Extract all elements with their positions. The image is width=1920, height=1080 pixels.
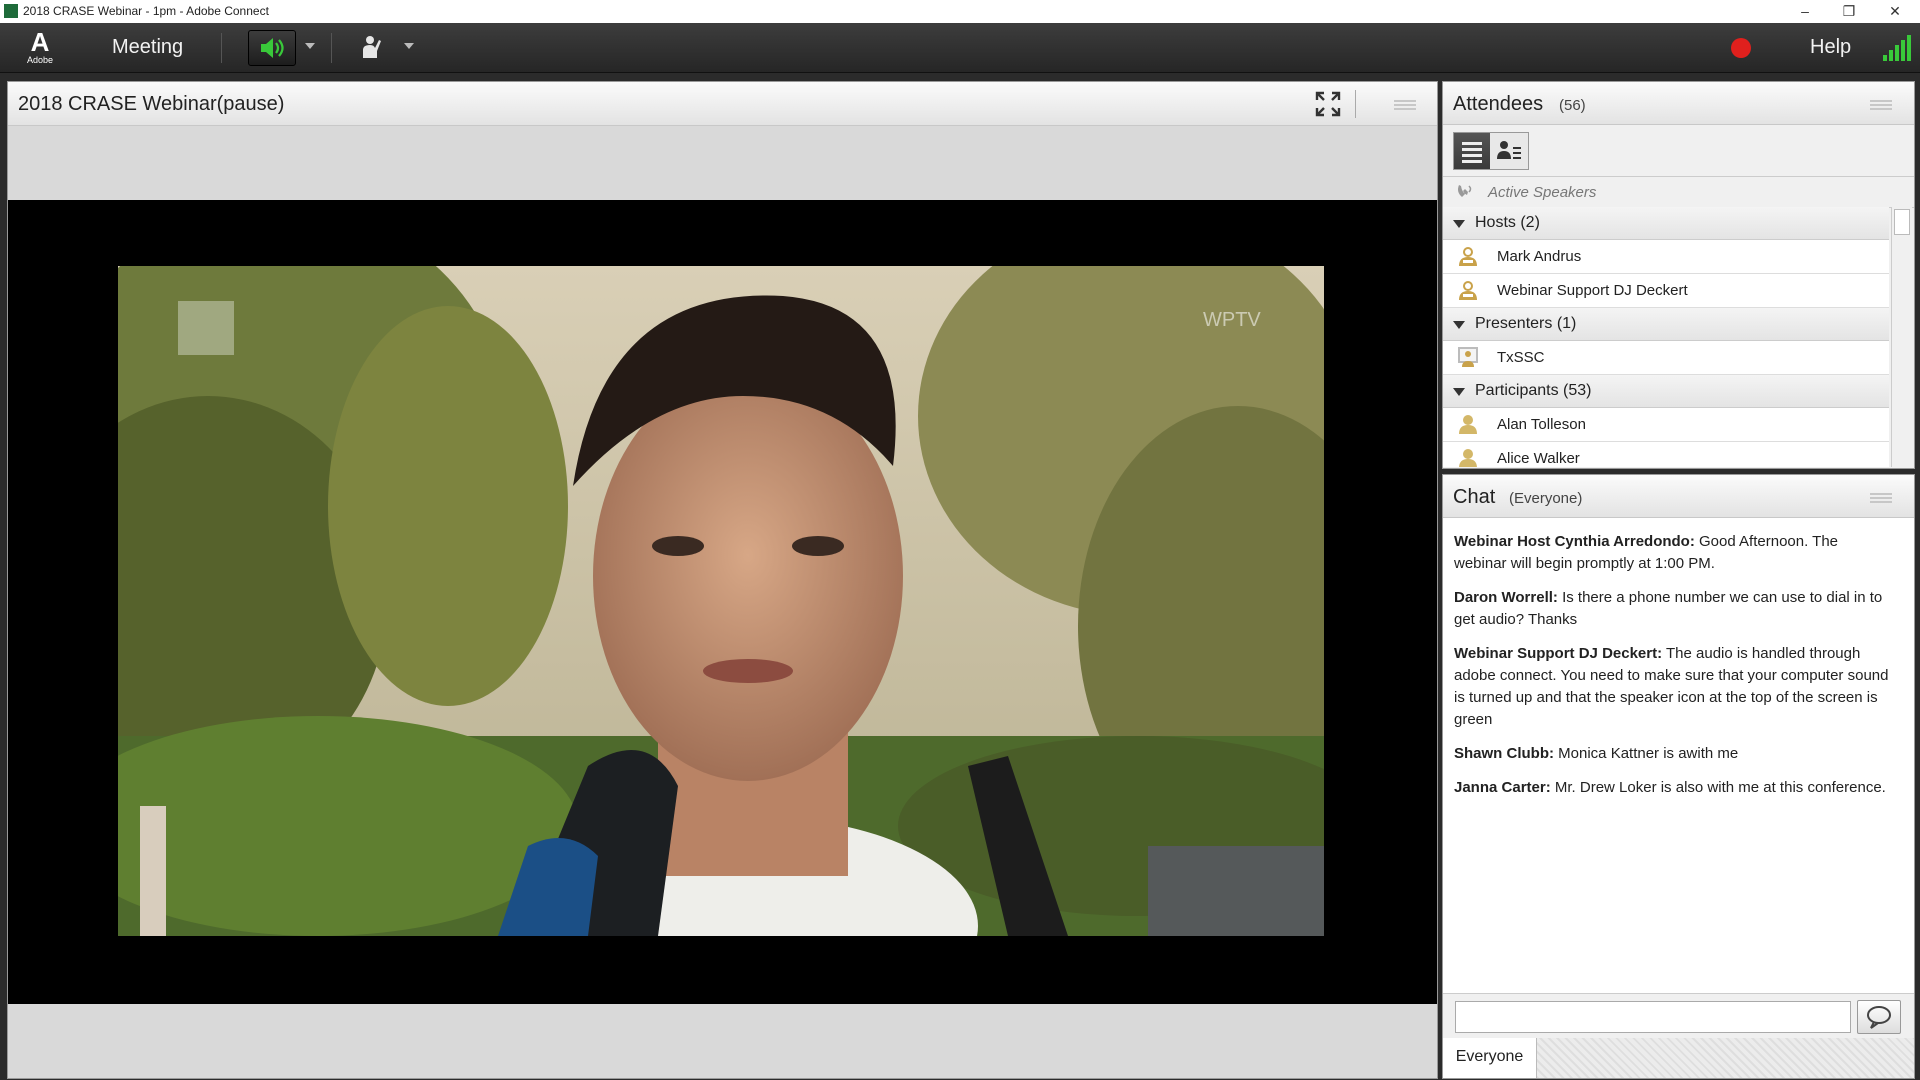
chat-message-list: Webinar Host Cynthia Arredondo: Good Aft… (1454, 531, 1894, 811)
minimize-button[interactable]: – (1782, 0, 1828, 23)
menubar-divider (331, 33, 332, 63)
attendee-list-scrollbar[interactable] (1891, 207, 1912, 467)
group-label: Participants (53) (1475, 382, 1592, 399)
phone-speaker-icon (1458, 185, 1472, 197)
chat-sender: Janna Carter: (1454, 779, 1551, 796)
header-divider (1355, 90, 1356, 118)
presenter-user-icon (1458, 347, 1478, 367)
attendee-row[interactable]: Alice Walker (1443, 442, 1889, 467)
attendee-name: Alice Walker (1497, 450, 1580, 467)
speech-bubble-icon (1867, 1006, 1891, 1029)
chat-text: Mr. Drew Loker is also with me at this c… (1550, 779, 1886, 796)
participant-user-icon (1459, 449, 1477, 467)
attendee-group-presenters[interactable]: Presenters (1) (1443, 308, 1889, 341)
active-speakers-label: Active Speakers (1488, 184, 1597, 201)
attendee-row[interactable]: Mark Andrus (1443, 240, 1889, 274)
help-menu[interactable]: Help (1810, 36, 1851, 59)
host-user-icon (1459, 247, 1477, 266)
fullscreen-icon[interactable] (1315, 91, 1341, 117)
status-button[interactable] (350, 30, 396, 64)
chat-scope: (Everyone) (1509, 490, 1583, 507)
participant-user-icon (1459, 415, 1477, 434)
list-view-button[interactable] (1454, 133, 1490, 169)
connection-signal-icon (1883, 35, 1913, 61)
chat-message: Webinar Host Cynthia Arredondo: Good Aft… (1454, 531, 1894, 575)
attendees-options-menu-icon[interactable] (1870, 100, 1892, 110)
chat-sender: Webinar Support DJ Deckert: (1454, 645, 1663, 662)
chat-tabs: Everyone (1443, 1038, 1914, 1078)
attendee-row[interactable]: TxSSC (1443, 341, 1889, 375)
chat-message-input[interactable] (1455, 1001, 1851, 1033)
attendees-title: Attendees (1453, 93, 1544, 115)
attendee-row[interactable]: Alan Tolleson (1443, 408, 1889, 442)
menubar-divider (221, 33, 222, 63)
chat-message: Daron Worrell: Is there a phone number w… (1454, 587, 1894, 631)
attendee-row[interactable]: Webinar Support DJ Deckert (1443, 274, 1889, 308)
close-window-button[interactable]: ✕ (1872, 0, 1918, 23)
speaker-dropdown-arrow[interactable] (305, 43, 315, 49)
chat-input-bar (1443, 993, 1914, 1039)
list-icon (1462, 142, 1482, 163)
recording-indicator-icon (1731, 38, 1751, 58)
video-still-image: WPTV (118, 266, 1324, 936)
group-label: Hosts (2) (1475, 214, 1540, 231)
raise-hand-icon (363, 36, 381, 58)
window-title: 2018 CRASE Webinar - 1pm - Adobe Connect (23, 4, 269, 18)
attendee-name: Webinar Support DJ Deckert (1497, 282, 1688, 299)
active-speakers-bar: Active Speakers (1443, 176, 1914, 208)
adobe-logo: A Adobe (22, 28, 58, 68)
status-dropdown-arrow[interactable] (404, 43, 414, 49)
chat-message: Webinar Support DJ Deckert: The audio is… (1454, 643, 1894, 731)
attendee-name: Mark Andrus (1497, 248, 1582, 265)
attendee-count: (56) (1559, 97, 1586, 114)
chat-sender: Daron Worrell: (1454, 589, 1558, 606)
adobe-connect-app-icon (4, 4, 18, 18)
speaker-icon (261, 38, 284, 58)
chat-title: Chat (1453, 486, 1496, 508)
person-list-icon (1497, 141, 1521, 159)
collapse-triangle-icon (1453, 321, 1465, 329)
collapse-triangle-icon (1453, 220, 1465, 228)
window-titlebar: 2018 CRASE Webinar - 1pm - Adobe Connect… (0, 0, 1920, 23)
pod-options-menu-icon[interactable] (1394, 100, 1416, 110)
attendee-group-participants[interactable]: Participants (53) (1443, 375, 1889, 408)
chat-header: Chat (Everyone) (1443, 475, 1914, 518)
group-label: Presenters (1) (1475, 315, 1577, 332)
video-pod-title: 2018 CRASE Webinar(pause) (18, 93, 285, 115)
video-pod-header: 2018 CRASE Webinar(pause) (8, 82, 1437, 126)
attendees-pod: Attendees (56) Active Speakers Hosts (2) (1442, 81, 1915, 469)
video-watermark: WPTV (1203, 309, 1261, 331)
attendees-header: Attendees (56) (1443, 82, 1914, 125)
video-pod: 2018 CRASE Webinar(pause) WPTV (7, 81, 1438, 1079)
speaker-button[interactable] (248, 30, 296, 66)
video-frame: WPTV (118, 266, 1324, 936)
chat-message: Janna Carter: Mr. Drew Loker is also wit… (1454, 777, 1894, 799)
chat-sender: Webinar Host Cynthia Arredondo: (1454, 533, 1695, 550)
host-user-icon (1459, 281, 1477, 300)
chat-message: Shawn Clubb: Monica Kattner is awith me (1454, 743, 1894, 765)
chat-text: Monica Kattner is awith me (1554, 745, 1739, 762)
adobe-logo-letter: A (30, 27, 50, 57)
chat-pod: Chat (Everyone) Webinar Host Cynthia Arr… (1442, 474, 1915, 1079)
menubar: A Adobe Meeting Help (0, 23, 1920, 73)
restore-button[interactable]: ❐ (1826, 0, 1872, 23)
attendee-group-hosts[interactable]: Hosts (2) (1443, 207, 1889, 240)
adobe-logo-text: Adobe (26, 55, 54, 65)
attendee-status-view-button[interactable] (1491, 133, 1527, 169)
meeting-menu[interactable]: Meeting (112, 36, 183, 59)
scrollbar-thumb[interactable] (1894, 209, 1910, 235)
attendee-view-toggle (1453, 132, 1529, 170)
chat-sender: Shawn Clubb: (1454, 745, 1554, 762)
attendee-name: Alan Tolleson (1497, 416, 1586, 433)
chat-tab-everyone[interactable]: Everyone (1443, 1038, 1537, 1078)
attendee-list: Hosts (2) Mark Andrus Webinar Support DJ… (1443, 207, 1889, 467)
attendee-name: TxSSC (1497, 349, 1545, 366)
send-message-button[interactable] (1857, 1000, 1901, 1034)
collapse-triangle-icon (1453, 388, 1465, 396)
chat-options-menu-icon[interactable] (1870, 493, 1892, 503)
